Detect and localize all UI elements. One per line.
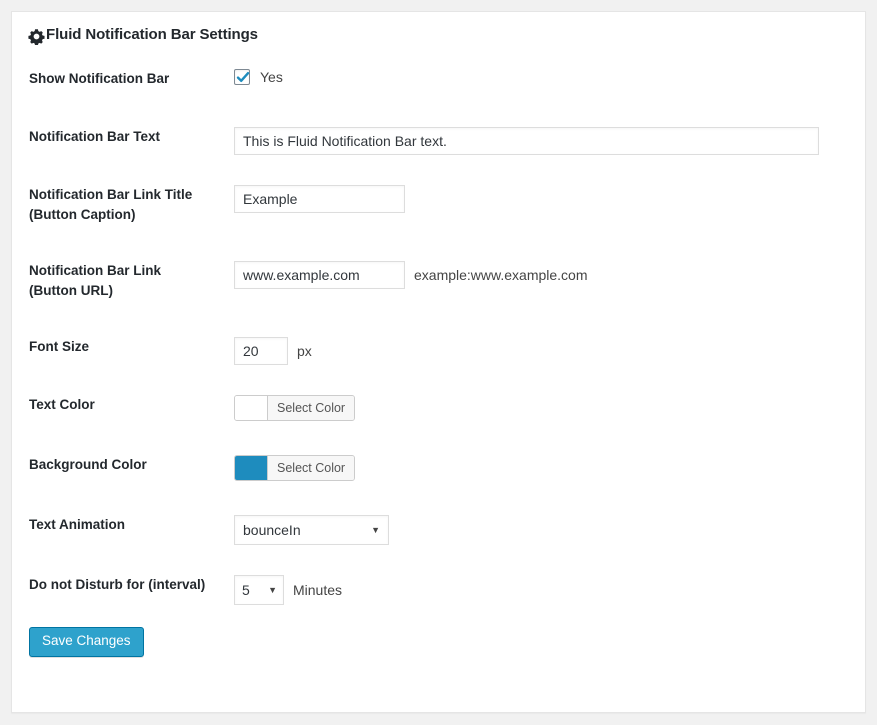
notification-bar-text-input[interactable] — [234, 127, 819, 155]
form-row-link-url: Notification Bar Link (Button URL) examp… — [12, 261, 865, 337]
do-not-disturb-unit: Minutes — [293, 582, 343, 598]
do-not-disturb-selected-value: 5 — [242, 582, 250, 598]
show-notification-bar-control[interactable]: Yes — [234, 69, 865, 85]
text-animation-selected-value: bounceIn — [243, 522, 301, 538]
label-link-url-line1: Notification Bar Link — [29, 263, 162, 278]
label-text-animation: Text Animation — [29, 517, 126, 532]
text-color-select-button[interactable]: Select Color — [268, 396, 355, 420]
form-row-notification-bar-text: Notification Bar Text — [12, 127, 865, 185]
font-size-input[interactable] — [234, 337, 288, 365]
background-color-select-button[interactable]: Select Color — [268, 456, 355, 480]
page-header: Fluid Notification Bar Settings — [12, 12, 865, 45]
form-row-text-color: Text Color Select Color — [12, 395, 865, 455]
form-row-font-size: Font Size px — [12, 337, 865, 395]
text-color-picker[interactable]: Select Color — [234, 395, 356, 421]
background-color-swatch[interactable] — [235, 456, 268, 480]
form-row-text-animation: Text Animation bounceIn ▼ — [12, 515, 865, 575]
text-animation-select[interactable]: bounceIn ▼ — [234, 515, 389, 545]
settings-form: Show Notification Bar Yes Notification B… — [12, 69, 865, 621]
label-do-not-disturb: Do not Disturb for (interval) — [29, 577, 206, 592]
page-title: Fluid Notification Bar Settings — [46, 26, 258, 43]
chevron-down-icon: ▼ — [268, 584, 277, 595]
font-size-unit: px — [297, 343, 312, 359]
form-row-background-color: Background Color Select Color — [12, 455, 865, 515]
label-link-title-line2: (Button Caption) — [29, 206, 136, 222]
form-row-show-notification-bar: Show Notification Bar Yes — [12, 69, 865, 127]
notification-bar-link-input[interactable] — [234, 261, 405, 289]
chevron-down-icon: ▼ — [371, 524, 380, 535]
text-color-swatch[interactable] — [235, 396, 268, 420]
form-row-do-not-disturb: Do not Disturb for (interval) 5 ▼ Minute… — [12, 575, 865, 621]
label-show-notification-bar: Show Notification Bar — [29, 71, 170, 86]
notification-bar-link-hint: example:www.example.com — [414, 267, 588, 283]
settings-card: Fluid Notification Bar Settings Show Not… — [11, 11, 866, 713]
label-notification-bar-text: Notification Bar Text — [29, 129, 161, 144]
label-font-size: Font Size — [29, 339, 89, 354]
label-background-color: Background Color — [29, 457, 147, 472]
show-notification-bar-checkbox-label: Yes — [260, 69, 283, 85]
background-color-picker[interactable]: Select Color — [234, 455, 356, 481]
save-changes-button[interactable]: Save Changes — [29, 627, 144, 657]
label-text-color: Text Color — [29, 397, 95, 412]
do-not-disturb-select[interactable]: 5 ▼ — [234, 575, 284, 605]
label-notification-bar-link-title: Notification Bar Link Title (Button Capt… — [12, 185, 234, 261]
gear-icon — [28, 28, 45, 45]
form-row-link-title: Notification Bar Link Title (Button Capt… — [12, 185, 865, 261]
submit-row: Save Changes — [12, 621, 865, 657]
label-link-url-line2: (Button URL) — [29, 282, 113, 298]
label-notification-bar-link: Notification Bar Link (Button URL) — [12, 261, 234, 337]
notification-bar-link-title-input[interactable] — [234, 185, 405, 213]
label-link-title-line1: Notification Bar Link Title — [29, 187, 193, 202]
show-notification-bar-checkbox[interactable] — [234, 69, 250, 85]
